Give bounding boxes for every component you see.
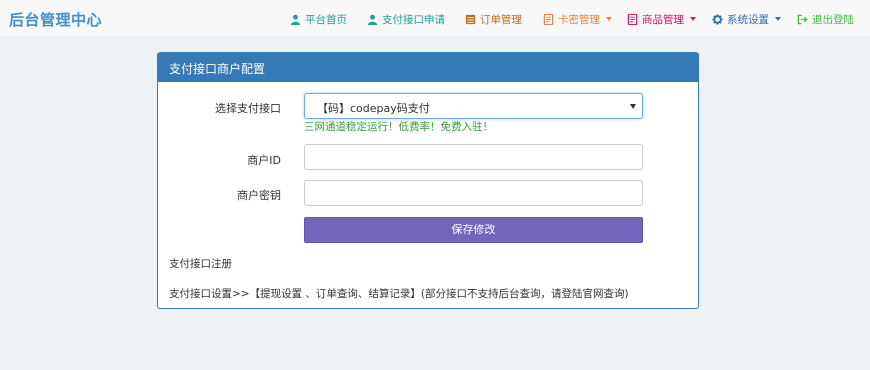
merchant-id-input[interactable] — [304, 144, 643, 170]
user-icon — [367, 14, 378, 25]
panel-title: 支付接口商户配置 — [158, 53, 698, 82]
nav-cards-label: 卡密管理 — [558, 13, 600, 26]
nav-home-label: 平台首页 — [305, 13, 347, 26]
nav-settings-label: 系统设置 — [727, 13, 769, 26]
merchant-id-label: 商户ID — [247, 154, 281, 167]
nav-gateway-apply[interactable]: 支付接口申请 — [367, 12, 445, 26]
book-icon — [627, 13, 638, 25]
nav-logout[interactable]: 退出登陆 — [797, 12, 854, 26]
nav-logout-label: 退出登陆 — [812, 13, 854, 26]
merchant-key-input[interactable] — [304, 180, 643, 206]
merchant-key-label: 商户密钥 — [237, 189, 281, 202]
register-link[interactable]: 支付接口注册 — [169, 256, 232, 271]
gateway-settings-link[interactable]: 支付接口设置>>【提现设置 、订单查询、结算记录】(部分接口不支持后台查询，请登… — [169, 286, 629, 301]
nav-products-label: 商品管理 — [642, 13, 684, 26]
nav-orders[interactable]: 订单管理 — [465, 12, 522, 26]
chevron-down-icon — [630, 104, 636, 109]
nav-home[interactable]: 平台首页 — [290, 12, 347, 26]
nav-gateway-apply-label: 支付接口申请 — [382, 13, 445, 26]
gateway-select-value: 【码】codepay码支付 — [317, 102, 430, 115]
save-button[interactable]: 保存修改 — [304, 217, 643, 243]
book-icon — [543, 13, 554, 25]
nav-cards-menu[interactable]: 卡密管理 — [543, 12, 612, 26]
user-icon — [290, 14, 301, 25]
chevron-down-icon — [606, 17, 612, 21]
logout-icon — [797, 14, 808, 24]
gateway-hint: 三网通道稳定运行！低费率！免费入驻！ — [304, 121, 493, 133]
top-navbar: 后台管理中心 平台首页 支付接口申请 订单管理 卡密管理 商品管理 系统设置 退… — [0, 0, 870, 37]
nav-settings-menu[interactable]: 系统设置 — [712, 12, 781, 26]
chevron-down-icon — [690, 17, 696, 21]
chevron-down-icon — [775, 17, 781, 21]
nav-products-menu[interactable]: 商品管理 — [627, 12, 696, 26]
gear-icon — [712, 13, 723, 25]
list-icon — [465, 14, 476, 24]
gateway-label: 选择支付接口 — [215, 102, 281, 115]
app-title[interactable]: 后台管理中心 — [9, 9, 102, 30]
gateway-select[interactable]: 【码】codepay码支付 — [304, 93, 643, 119]
nav-orders-label: 订单管理 — [480, 13, 522, 26]
merchant-config-panel: 支付接口商户配置 选择支付接口 【码】codepay码支付 三网通道稳定运行！低… — [157, 52, 699, 309]
